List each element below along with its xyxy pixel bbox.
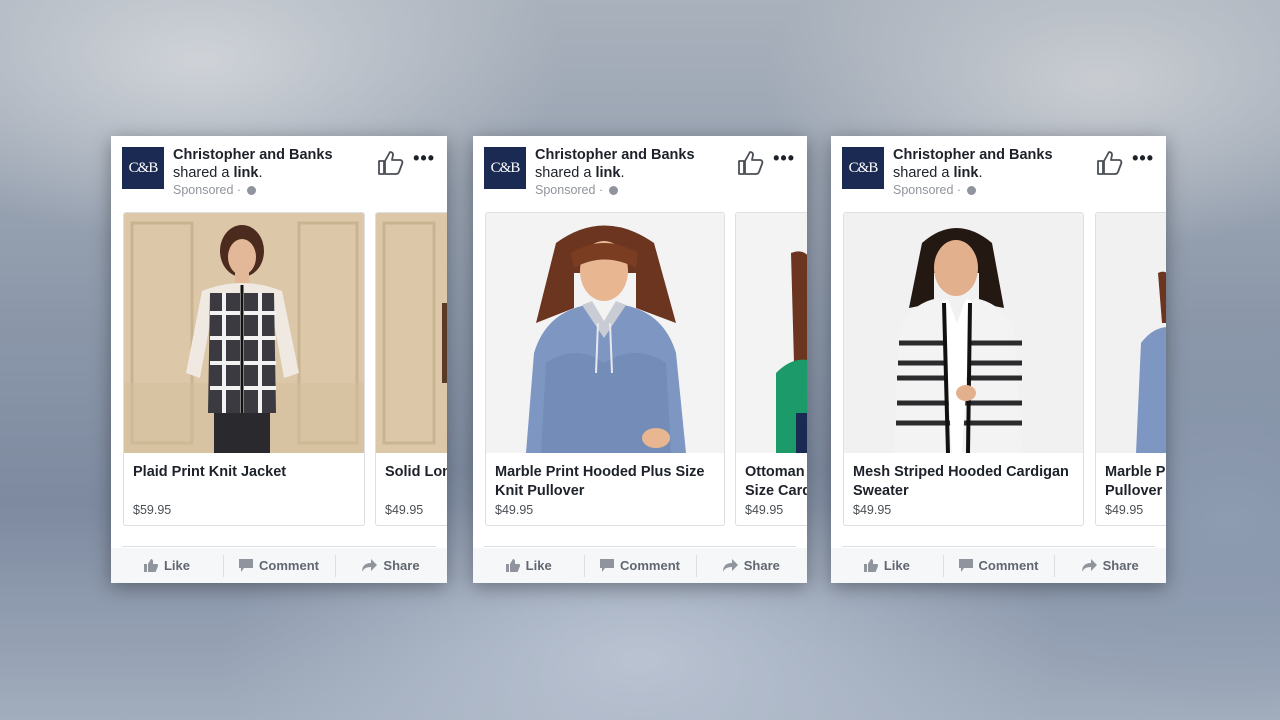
product-price: $49.95 bbox=[385, 503, 424, 517]
like-icon bbox=[143, 559, 158, 572]
product-title[interactable]: Marble Print Hooded Plus Size Knit Pullov… bbox=[495, 463, 716, 501]
shared-link[interactable]: link bbox=[595, 165, 620, 181]
comment-icon bbox=[239, 559, 254, 572]
ad-card-1: C&B Christopher and Banks shared a link.… bbox=[111, 136, 447, 583]
carousel-item[interactable]: Marble Print Hooded Plus Size Knit Pullov… bbox=[485, 212, 725, 526]
sponsored-label[interactable]: Sponsored · bbox=[893, 183, 976, 197]
comment-button[interactable]: Comment bbox=[584, 554, 695, 577]
like-icon bbox=[505, 559, 520, 572]
product-price: $49.95 bbox=[853, 503, 892, 517]
brand-logo[interactable]: C&B bbox=[122, 147, 164, 189]
sponsored-label[interactable]: Sponsored · bbox=[173, 183, 256, 197]
brand-name[interactable]: Christopher and Banks bbox=[535, 147, 695, 163]
shared-text: shared a link. bbox=[893, 165, 983, 181]
globe-icon bbox=[246, 186, 256, 195]
shared-link[interactable]: link bbox=[953, 165, 978, 181]
product-price: $59.95 bbox=[133, 503, 172, 517]
product-image[interactable] bbox=[376, 213, 447, 453]
like-button[interactable]: Like bbox=[831, 555, 943, 577]
product-price: $49.95 bbox=[495, 503, 534, 517]
product-image[interactable] bbox=[736, 213, 807, 453]
shared-text: shared a link. bbox=[173, 165, 263, 181]
share-button[interactable]: Share bbox=[695, 554, 807, 577]
carousel-item[interactable]: Solid Lon $49.95 bbox=[375, 212, 447, 526]
comment-icon bbox=[958, 559, 973, 572]
carousel-item[interactable]: Plaid Print Knit Jacket $59.95 bbox=[123, 212, 365, 526]
brand-name[interactable]: Christopher and Banks bbox=[173, 147, 333, 163]
share-icon bbox=[1081, 559, 1097, 572]
product-price: $49.95 bbox=[1105, 503, 1144, 517]
product-title[interactable]: Solid Lon bbox=[385, 463, 447, 482]
action-bar: Like Comment Share bbox=[473, 548, 807, 583]
comment-button[interactable]: Comment bbox=[223, 554, 335, 577]
more-options-icon[interactable]: ••• bbox=[1132, 148, 1154, 169]
share-button[interactable]: Share bbox=[335, 554, 447, 577]
sponsored-label[interactable]: Sponsored · bbox=[535, 183, 618, 197]
shared-link[interactable]: link bbox=[233, 165, 258, 181]
product-image[interactable] bbox=[486, 213, 724, 453]
shared-text: shared a link. bbox=[535, 165, 625, 181]
divider bbox=[484, 546, 796, 547]
like-button[interactable]: Like bbox=[473, 555, 584, 577]
globe-icon bbox=[966, 186, 976, 195]
more-options-icon[interactable]: ••• bbox=[773, 148, 795, 169]
like-icon bbox=[863, 559, 878, 572]
thumbs-up-icon[interactable] bbox=[1096, 150, 1124, 176]
product-title[interactable]: Mesh Striped Hooded Cardigan Sweater bbox=[853, 463, 1075, 501]
ad-card-2: C&B Christopher and Banks shared a link.… bbox=[473, 136, 807, 583]
carousel-item[interactable]: Marble P Pullover $49.95 bbox=[1095, 212, 1166, 526]
ad-header: C&B Christopher and Banks shared a link.… bbox=[111, 136, 447, 206]
carousel-item[interactable]: Mesh Striped Hooded Cardigan Sweater $49.… bbox=[843, 212, 1084, 526]
share-icon bbox=[722, 559, 738, 572]
product-title[interactable]: Marble P Pullover bbox=[1105, 463, 1166, 501]
share-icon bbox=[362, 559, 378, 572]
brand-name[interactable]: Christopher and Banks bbox=[893, 147, 1053, 163]
product-price: $49.95 bbox=[745, 503, 784, 517]
product-image[interactable] bbox=[1096, 213, 1166, 453]
product-image[interactable] bbox=[844, 213, 1083, 453]
brand-logo[interactable]: C&B bbox=[842, 147, 884, 189]
ad-header: C&B Christopher and Banks shared a link.… bbox=[473, 136, 807, 206]
action-bar: Like Comment Share bbox=[111, 548, 447, 583]
divider bbox=[122, 546, 436, 547]
globe-icon bbox=[608, 186, 618, 195]
product-image[interactable] bbox=[124, 213, 364, 453]
more-options-icon[interactable]: ••• bbox=[413, 148, 435, 169]
share-button[interactable]: Share bbox=[1054, 554, 1166, 577]
ad-card-3: C&B Christopher and Banks shared a link.… bbox=[831, 136, 1166, 583]
product-title[interactable]: Ottoman Size Card bbox=[745, 463, 807, 501]
ad-header: C&B Christopher and Banks shared a link.… bbox=[831, 136, 1166, 206]
comment-button[interactable]: Comment bbox=[942, 554, 1055, 577]
product-title[interactable]: Plaid Print Knit Jacket bbox=[133, 463, 356, 482]
thumbs-up-icon[interactable] bbox=[377, 150, 405, 176]
thumbs-up-icon[interactable] bbox=[737, 150, 765, 176]
brand-logo[interactable]: C&B bbox=[484, 147, 526, 189]
action-bar: Like Comment Share bbox=[831, 548, 1166, 583]
comment-icon bbox=[600, 559, 615, 572]
divider bbox=[842, 546, 1155, 547]
like-button[interactable]: Like bbox=[111, 555, 223, 577]
carousel-item[interactable]: Ottoman Size Card $49.95 bbox=[735, 212, 807, 526]
